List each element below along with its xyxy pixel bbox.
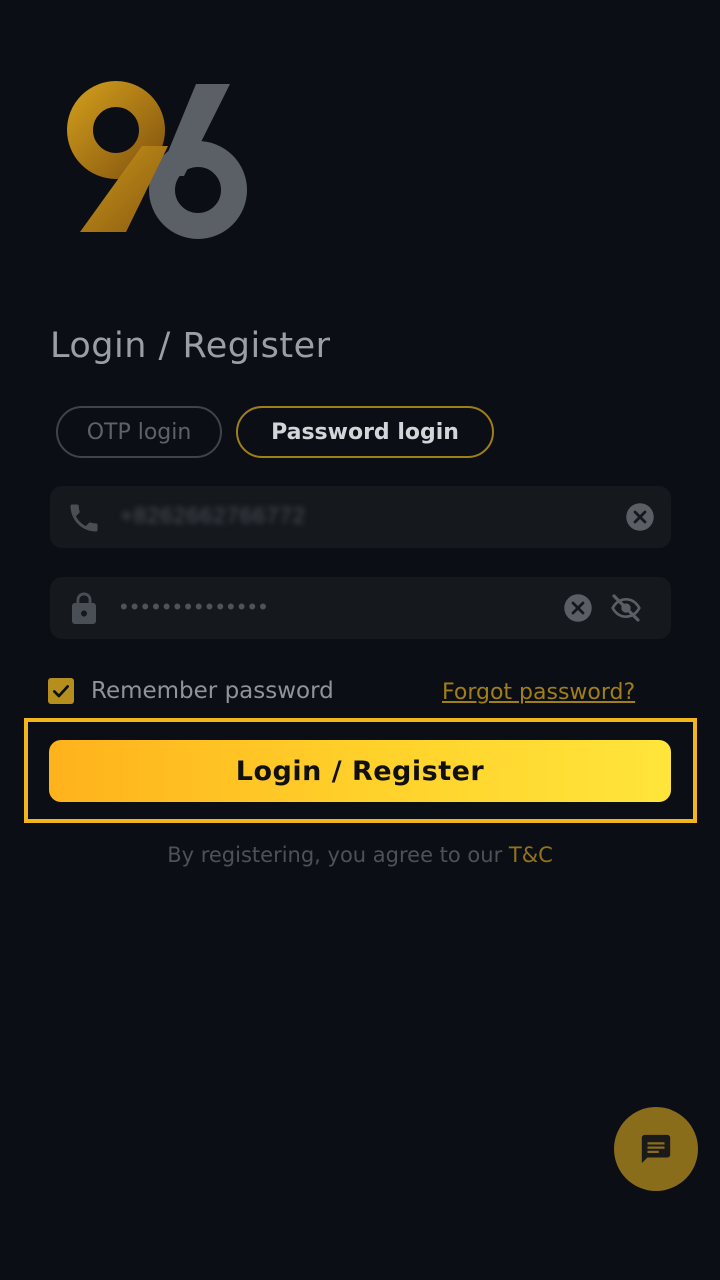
login-tabs: OTP login Password login [56,406,494,458]
check-icon [53,685,69,698]
remember-checkbox[interactable] [48,678,74,704]
clear-icon[interactable] [563,593,593,623]
phone-value: +8262662766772 [120,503,306,528]
terms-link[interactable]: T&C [509,843,553,867]
password-value: •••••••••••••• [120,594,270,619]
terms-text: By registering, you agree to our T&C [0,843,720,867]
chat-icon [641,1134,671,1164]
app-logo [67,81,247,239]
clear-icon[interactable] [625,502,655,532]
phone-icon [70,504,98,532]
page-title: Login / Register [50,326,331,366]
chat-button[interactable] [614,1107,698,1191]
forgot-password-link[interactable]: Forgot password? [442,680,635,705]
login-register-button[interactable]: Login / Register [49,740,671,802]
lock-icon [72,592,96,624]
tab-password-login[interactable]: Password login [236,406,494,458]
phone-field[interactable]: +8262662766772 [50,486,671,548]
remember-label: Remember password [91,678,334,704]
remember-password[interactable]: Remember password [48,678,334,704]
tab-otp-login[interactable]: OTP login [56,406,222,458]
terms-prefix: By registering, you agree to our [167,843,509,867]
eye-off-icon[interactable] [609,592,643,624]
password-field[interactable]: •••••••••••••• [50,577,671,639]
